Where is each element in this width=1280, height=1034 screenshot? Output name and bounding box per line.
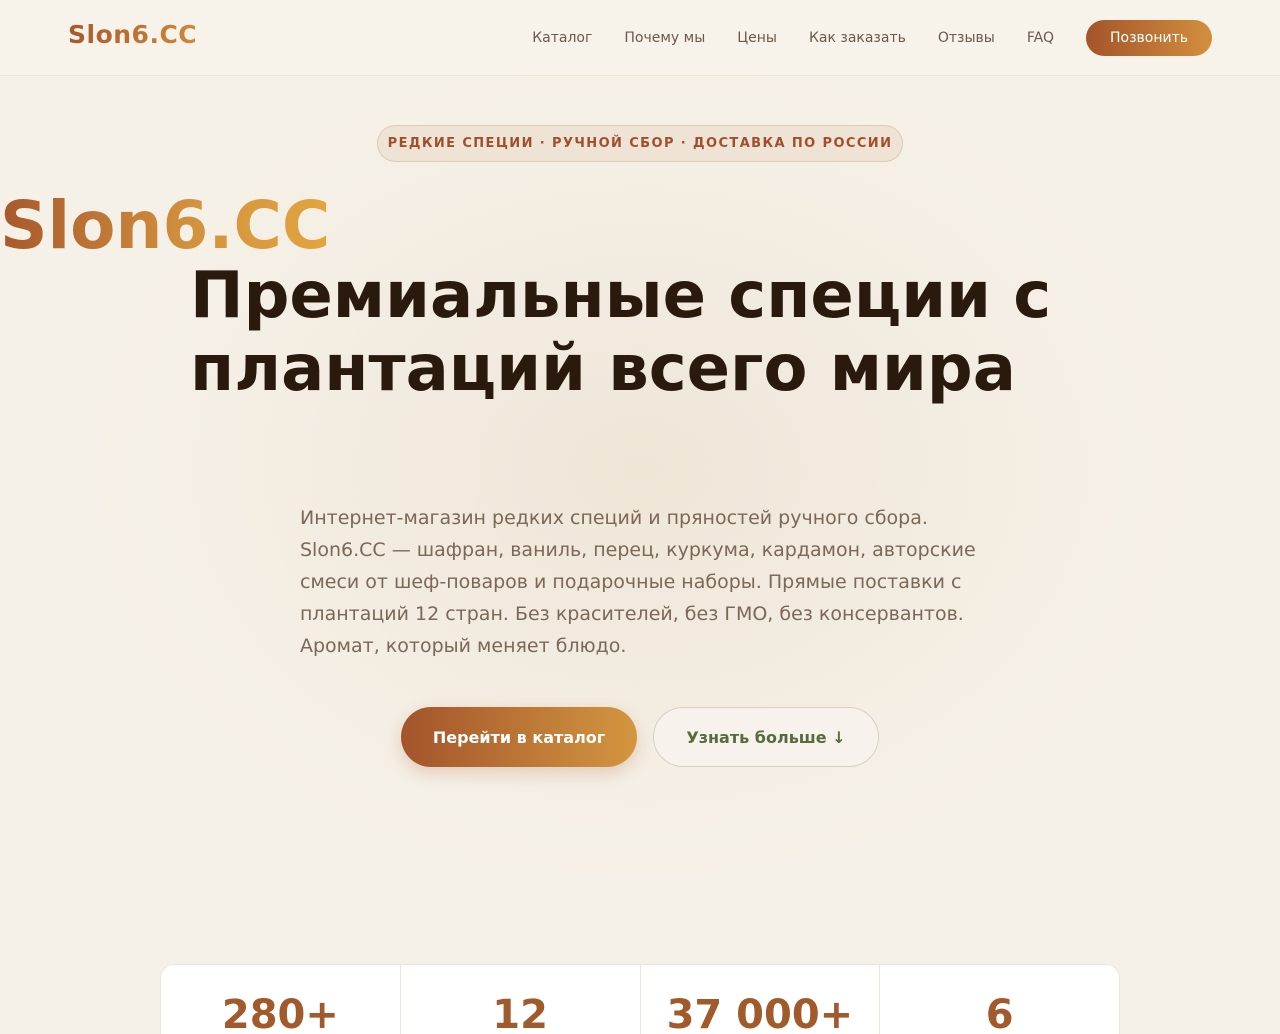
go-to-catalog-button[interactable]: Перейти в каталог: [401, 707, 637, 767]
hero-brand-text: Slon6.CC: [0, 187, 331, 264]
hero-headline: Премиальные специи с плантаций всего мир…: [190, 259, 1052, 406]
main-nav: Каталог Почему мы Цены Как заказать Отзы…: [532, 20, 1212, 56]
hero-badge: РЕДКИЕ СПЕЦИИ · РУЧНОЙ СБОР · ДОСТАВКА П…: [377, 125, 903, 162]
hero-description: Интернет-магазин редких специй и пряност…: [300, 507, 976, 657]
stat-value: 12: [492, 992, 548, 1034]
logo[interactable]: Slon6.CC: [68, 20, 197, 49]
learn-more-button[interactable]: Узнать больше ↓: [653, 707, 879, 767]
nav-how-to-order[interactable]: Как заказать: [809, 30, 906, 46]
stat-value: 37 000+: [666, 992, 854, 1034]
nav-faq[interactable]: FAQ: [1027, 30, 1054, 46]
stat-value: 280+: [221, 992, 339, 1034]
nav-why-us[interactable]: Почему мы: [624, 30, 705, 46]
nav-prices[interactable]: Цены: [737, 30, 777, 46]
call-button[interactable]: Позвонить: [1085, 20, 1212, 56]
stat-value: 6: [985, 992, 1014, 1034]
nav-catalog[interactable]: Каталог: [532, 30, 592, 46]
nav-reviews[interactable]: Отзывы: [938, 30, 995, 46]
hero-brand: Slon6.CC: [0, 186, 1280, 266]
site-header: Slon6.CC Каталог Почему мы Цены Как зака…: [0, 0, 1280, 76]
